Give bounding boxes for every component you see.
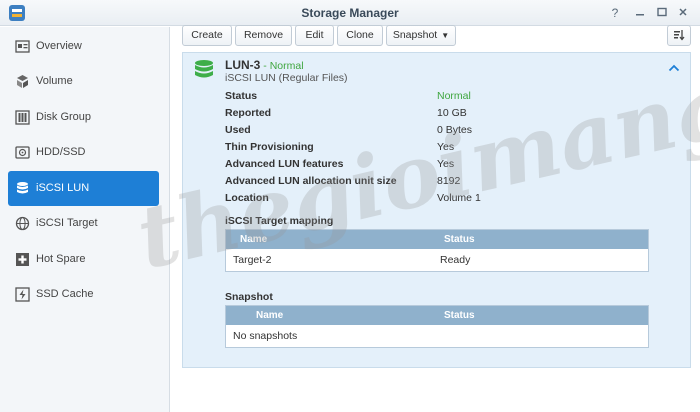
target-status-cell: Ready xyxy=(440,254,471,266)
prop-label-thin-provisioning: Thin Provisioning xyxy=(225,141,314,153)
chevron-up-icon[interactable] xyxy=(668,63,680,73)
column-header-status[interactable]: Status xyxy=(444,234,475,245)
sidebar-item-label: Volume xyxy=(36,75,73,87)
sidebar-item-label: iSCSI Target xyxy=(36,217,98,229)
prop-value-used: 0 Bytes xyxy=(437,124,473,136)
snapshot-section-title: Snapshot xyxy=(225,291,273,303)
snapshot-grid: Name Status No snapshots xyxy=(225,305,649,348)
ssd-cache-icon xyxy=(15,287,30,302)
grid-header: Name Status xyxy=(226,230,648,249)
edit-button[interactable]: Edit xyxy=(295,25,334,46)
column-header-name[interactable]: Name xyxy=(240,234,267,245)
title-bar: Storage Manager ? xyxy=(0,0,700,26)
sidebar-item-hot-spare[interactable]: Hot Spare xyxy=(8,242,159,277)
overview-icon xyxy=(15,40,30,53)
table-row[interactable]: Target-2 Ready xyxy=(226,249,648,271)
sidebar-item-label: iSCSI LUN xyxy=(36,182,90,194)
sidebar-item-label: HDD/SSD xyxy=(36,146,86,158)
prop-label-advanced-lun-features: Advanced LUN features xyxy=(225,158,344,170)
sidebar-item-volume[interactable]: Volume xyxy=(8,64,159,99)
help-icon[interactable]: ? xyxy=(606,4,624,22)
sidebar-item-iscsi-lun[interactable]: iSCSI LUN xyxy=(8,171,159,206)
prop-value-status: Normal xyxy=(437,90,471,102)
empty-message: No snapshots xyxy=(233,330,298,342)
lun-detail-panel: LUN-3 - Normal iSCSI LUN (Regular Files)… xyxy=(182,52,691,368)
sidebar-item-ssd-cache[interactable]: SSD Cache xyxy=(8,277,159,312)
iscsi-lun-icon xyxy=(17,182,28,194)
sort-button[interactable] xyxy=(667,25,691,46)
lun-status-badge: Normal xyxy=(269,60,304,72)
empty-row: No snapshots xyxy=(226,325,648,347)
maximize-icon[interactable] xyxy=(653,4,671,22)
prop-value-allocation-unit-size: 8192 xyxy=(437,175,461,187)
caret-down-icon: ▼ xyxy=(441,31,450,40)
clone-button[interactable]: Clone xyxy=(337,25,383,46)
column-header-status[interactable]: Status xyxy=(444,310,475,321)
prop-value-advanced-lun-features: Yes xyxy=(437,158,455,170)
prop-label-allocation-unit-size: Advanced LUN allocation unit size xyxy=(225,175,397,187)
prop-label-location: Location xyxy=(225,192,269,204)
sidebar-item-label: Hot Spare xyxy=(36,253,86,265)
column-header-name[interactable]: Name xyxy=(256,310,283,321)
prop-value-thin-provisioning: Yes xyxy=(437,141,455,153)
lun-title: LUN-3 - Normal xyxy=(225,58,304,72)
prop-label-reported: Reported xyxy=(225,107,272,119)
prop-label-used: Used xyxy=(225,124,251,136)
disk-group-icon xyxy=(15,110,30,125)
grid-header: Name Status xyxy=(226,306,648,325)
minimize-icon[interactable] xyxy=(631,4,649,22)
sort-icon xyxy=(674,30,685,41)
volume-icon xyxy=(17,75,28,88)
sidebar-item-label: Disk Group xyxy=(36,111,92,123)
sidebar: Overview Volume Disk Group HDD/SSD iSCSI… xyxy=(0,27,170,412)
iscsi-target-icon xyxy=(15,216,30,231)
prop-label-status: Status xyxy=(225,90,258,102)
lun-type: iSCSI LUN (Regular Files) xyxy=(225,72,348,84)
lun-database-icon xyxy=(195,60,213,78)
sidebar-item-label: SSD Cache xyxy=(36,288,94,300)
sidebar-item-label: Overview xyxy=(36,40,82,52)
target-mapping-grid: Name Status Target-2 Ready xyxy=(225,229,649,272)
window-title: Storage Manager xyxy=(301,6,399,20)
target-name-cell: Target-2 xyxy=(233,254,272,266)
remove-button[interactable]: Remove xyxy=(235,25,292,46)
sidebar-item-hdd-ssd[interactable]: HDD/SSD xyxy=(8,135,159,170)
hot-spare-icon xyxy=(16,253,29,266)
create-button[interactable]: Create xyxy=(182,25,232,46)
prop-value-location: Volume 1 xyxy=(437,192,481,204)
sidebar-item-disk-group[interactable]: Disk Group xyxy=(8,100,159,135)
snapshot-dropdown-button[interactable]: Snapshot ▼ xyxy=(386,25,456,46)
close-icon[interactable] xyxy=(674,4,692,22)
target-mapping-title: iSCSI Target mapping xyxy=(225,215,334,227)
prop-value-reported: 10 GB xyxy=(437,107,467,119)
sidebar-item-iscsi-target[interactable]: iSCSI Target xyxy=(8,206,159,241)
sidebar-item-overview[interactable]: Overview xyxy=(8,29,159,64)
snapshot-button-label: Snapshot xyxy=(392,29,438,41)
hdd-icon xyxy=(15,146,30,159)
lun-name: LUN-3 xyxy=(225,58,261,72)
